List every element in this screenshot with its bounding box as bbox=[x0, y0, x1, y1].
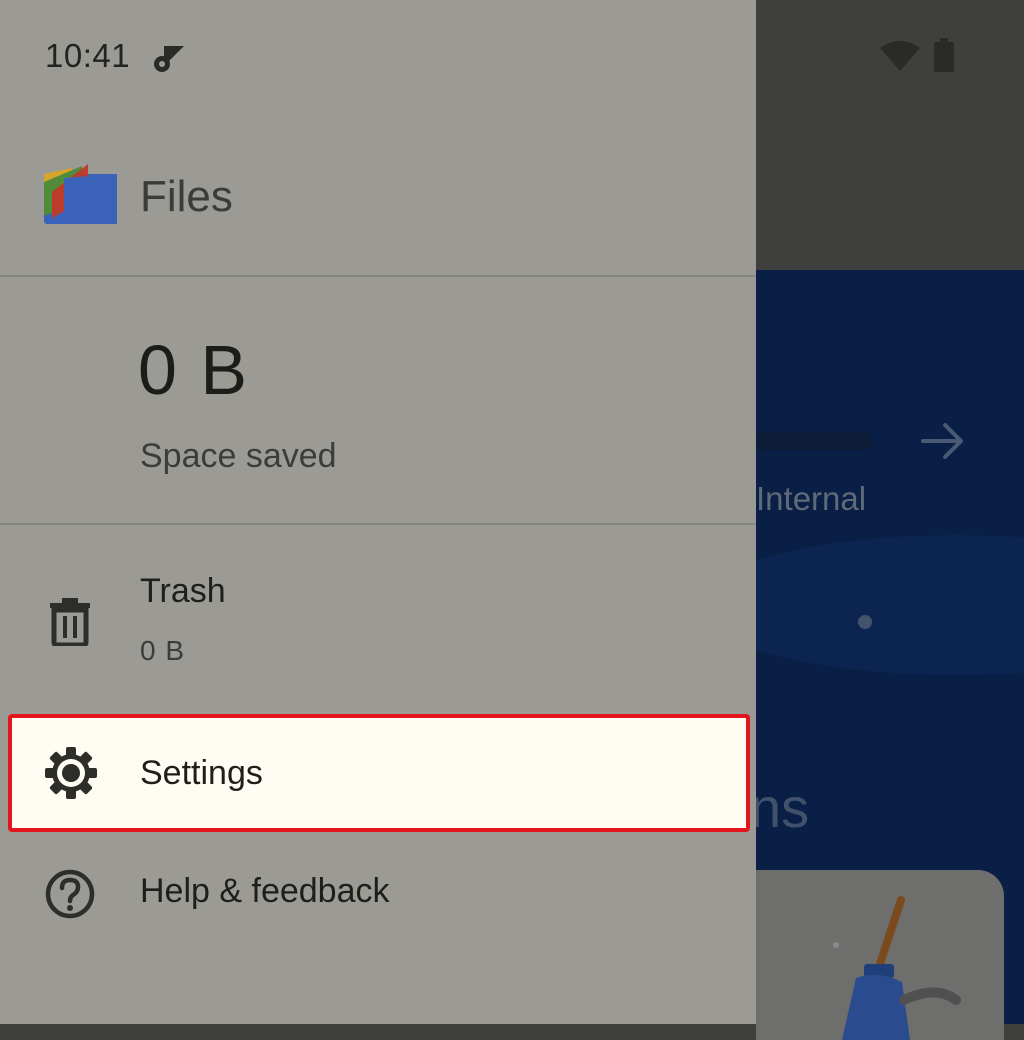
storage-progress-bar bbox=[756, 432, 873, 450]
background-toolbar bbox=[756, 112, 1024, 270]
divider bbox=[0, 523, 756, 525]
settings-label: Settings bbox=[140, 754, 263, 792]
storage-label: Internal bbox=[756, 480, 867, 517]
space-saved-value: 0 B bbox=[138, 331, 250, 409]
decorative-wave bbox=[756, 535, 1024, 675]
trash-size: 0 B bbox=[140, 635, 186, 666]
help-icon bbox=[45, 869, 95, 919]
wifi-icon bbox=[880, 41, 920, 71]
trash-icon bbox=[50, 598, 90, 646]
page-indicator-dot bbox=[858, 615, 872, 629]
divider bbox=[0, 275, 756, 277]
settings-item[interactable]: Settings bbox=[8, 714, 750, 832]
section-title-partial: ns bbox=[756, 776, 810, 839]
help-feedback-item[interactable]: Help & feedback bbox=[0, 850, 756, 940]
navigation-drawer: 10:41 Files 0 B Space saved Trash 0 B Se… bbox=[0, 0, 756, 1024]
status-time: 10:41 bbox=[45, 37, 131, 74]
battery-icon bbox=[934, 38, 954, 72]
files-logo-icon bbox=[44, 164, 117, 224]
gear-icon bbox=[45, 747, 97, 799]
app-title: Files bbox=[140, 172, 233, 221]
system-status-icons bbox=[880, 38, 960, 74]
space-saved-label: Space saved bbox=[140, 437, 337, 475]
broom-illustration bbox=[833, 896, 961, 1040]
help-feedback-label: Help & feedback bbox=[140, 872, 390, 910]
trash-label: Trash bbox=[140, 572, 226, 610]
arrow-right-icon bbox=[921, 423, 963, 459]
trash-item[interactable]: Trash 0 B bbox=[0, 560, 756, 680]
status-bar: 10:41 bbox=[0, 0, 756, 112]
clean-card bbox=[756, 870, 1004, 1040]
settings-sync-icon bbox=[154, 46, 184, 72]
